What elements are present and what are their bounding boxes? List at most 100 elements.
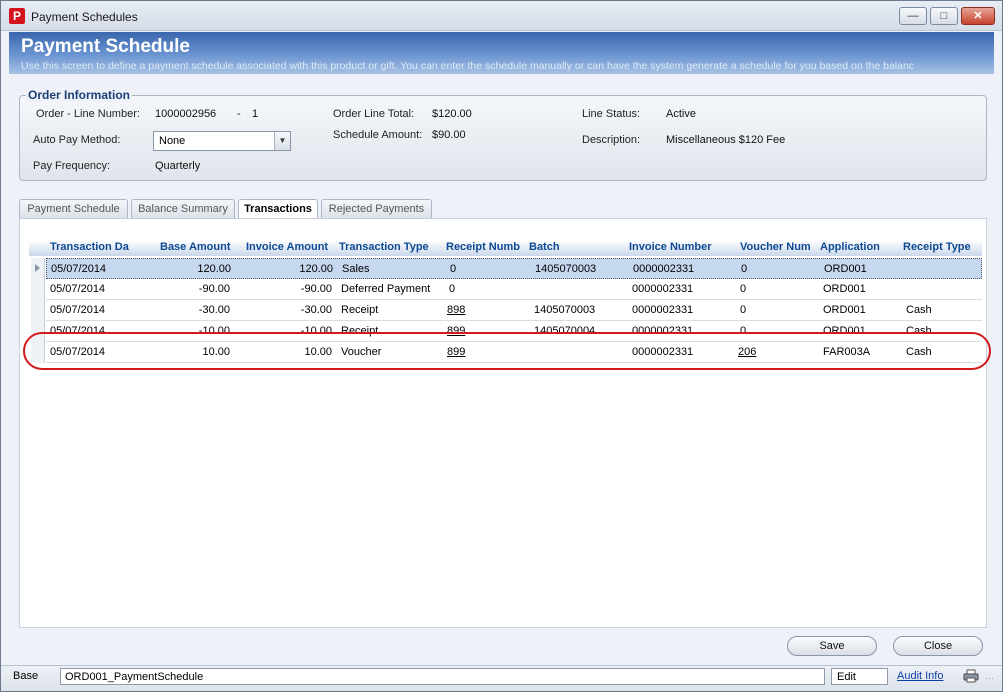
row-indicator[interactable] [31,321,45,342]
column-header-application[interactable]: Application [820,241,902,253]
order-line-label: Order - Line Number: [36,108,140,120]
cell-application: ORD001 [823,325,866,337]
cell-transaction-type: Receipt [341,304,379,316]
app-logo-icon: P [9,8,25,24]
cell-date: 05/07/2014 [50,283,106,295]
tab-rejected-payments[interactable]: Rejected Payments [321,199,432,219]
table-row[interactable]: 05/07/2014 -90.00 -90.00 Deferred Paymen… [46,279,982,300]
cell-invoice-amount: -90.00 [300,283,332,295]
column-header-receipt-number[interactable]: Receipt Numb [446,241,528,253]
resize-grip-icon[interactable]: ⋯ [985,673,994,684]
order-line-dash: - [237,108,241,120]
receipt-number-link[interactable]: 898 [447,304,465,316]
cell-invoice-amount: 120.00 [299,263,333,275]
minimize-button[interactable]: — [899,7,927,25]
cell-batch: 1405070003 [535,263,597,275]
page-description: Use this screen to define a payment sche… [21,60,915,72]
order-line-total-label: Order Line Total: [333,108,415,120]
cell-application: ORD001 [823,283,866,295]
cell-application: ORD001 [824,263,867,275]
schedule-amount-value: $90.00 [432,129,466,141]
cell-invoice-number: 0000002331 [632,346,694,358]
status-form-name: ORD001_PaymentSchedule [60,668,825,685]
description-value: Miscellaneous $120 Fee [666,134,786,146]
title-bar: P Payment Schedules — □ ✕ [1,1,1002,31]
voucher-number-link[interactable]: 206 [738,346,756,358]
column-header-voucher-number[interactable]: Voucher Num [740,241,818,253]
table-row[interactable]: 05/07/2014 120.00 120.00 Sales 0 1405070… [46,258,982,279]
status-mode: Edit [831,668,888,685]
cell-base-amount: -90.00 [198,283,230,295]
cell-batch: 1405070004 [534,325,596,337]
maximize-button[interactable]: □ [930,7,958,25]
close-window-button[interactable]: ✕ [961,7,995,25]
table-row[interactable]: 05/07/2014 -10.00 -10.00 Receipt 899 140… [46,321,982,342]
table-row[interactable]: 05/07/2014 -30.00 -30.00 Receipt 898 140… [46,300,982,321]
row-indicator[interactable] [31,300,45,321]
column-header-receipt-type[interactable]: Receipt Type [903,241,981,253]
cell-receipt-type: Cash [906,346,932,358]
chevron-down-icon[interactable]: ▼ [274,132,290,150]
cell-application: ORD001 [823,304,866,316]
line-number: 1 [252,108,259,120]
cell-date: 05/07/2014 [50,325,106,337]
order-information-legend: Order Information [26,88,133,102]
cell-transaction-type: Deferred Payment [341,283,431,295]
cell-transaction-type: Voucher [341,346,382,358]
column-header-base-amount[interactable]: Base Amount [160,241,240,253]
column-header-invoice-number[interactable]: Invoice Number [629,241,737,253]
cell-date: 05/07/2014 [51,263,107,275]
cell-voucher-number: 0 [740,325,747,337]
status-bar: Base ORD001_PaymentSchedule Edit Audit I… [1,665,1002,691]
save-button[interactable]: Save [787,636,877,656]
tab-balance-summary[interactable]: Balance Summary [131,199,235,219]
order-number: 1000002956 [155,108,217,120]
audit-info-link[interactable]: Audit Info [897,670,943,682]
payment-schedules-window: P Payment Schedules — □ ✕ Payment Schedu… [0,0,1003,692]
cell-invoice-number: 0000002331 [632,283,694,295]
pay-frequency-value: Quarterly [155,160,201,172]
cell-invoice-amount: 10.00 [304,346,332,358]
receipt-number-link[interactable]: 899 [447,346,465,358]
cell-receipt-type: Cash [906,304,932,316]
close-button[interactable]: Close [893,636,983,656]
cell-base-amount: 10.00 [202,346,230,358]
description-label: Description: [582,134,641,146]
column-header-transaction-type[interactable]: Transaction Type [339,241,443,253]
cell-invoice-number: 0000002331 [632,304,694,316]
cell-invoice-amount: -30.00 [300,304,332,316]
column-header-transaction-date[interactable]: Transaction Da [50,241,156,253]
auto-pay-label: Auto Pay Method: [33,134,121,146]
page-header: Payment Schedule Use this screen to defi… [9,32,994,74]
order-line-total-value: $120.00 [432,108,472,120]
receipt-number-link[interactable]: 899 [447,325,465,337]
line-status-value: Active [666,108,696,120]
row-indicator[interactable] [31,342,45,363]
column-header-batch[interactable]: Batch [529,241,625,253]
cell-base-amount: -10.00 [198,325,230,337]
printer-icon[interactable] [963,669,979,683]
cell-transaction-type: Sales [342,263,370,275]
row-indicator[interactable] [31,258,45,279]
cell-receipt-number: 0 [449,283,456,295]
cell-invoice-number: 0000002331 [633,263,695,275]
schedule-amount-label: Schedule Amount: [333,129,423,141]
cell-date: 05/07/2014 [50,346,106,358]
cell-invoice-amount: -10.00 [300,325,332,337]
table-row[interactable]: 05/07/2014 10.00 10.00 Voucher 899 00000… [46,342,982,363]
cell-voucher-number: 0 [740,304,747,316]
auto-pay-method-select[interactable]: None ▼ [153,131,291,151]
column-header-invoice-amount[interactable]: Invoice Amount [246,241,338,253]
pay-frequency-label: Pay Frequency: [33,160,111,172]
row-indicator[interactable] [31,279,45,300]
line-status-label: Line Status: [582,108,641,120]
cell-application: FAR003A [823,346,871,358]
row-pointer-icon [35,264,40,272]
cell-base-amount: 120.00 [197,263,231,275]
tab-payment-schedule[interactable]: Payment Schedule [19,199,128,219]
cell-base-amount: -30.00 [198,304,230,316]
page-title: Payment Schedule [21,36,190,57]
tab-transactions[interactable]: Transactions [238,199,318,220]
cell-date: 05/07/2014 [50,304,106,316]
cell-voucher-number: 0 [741,263,748,275]
